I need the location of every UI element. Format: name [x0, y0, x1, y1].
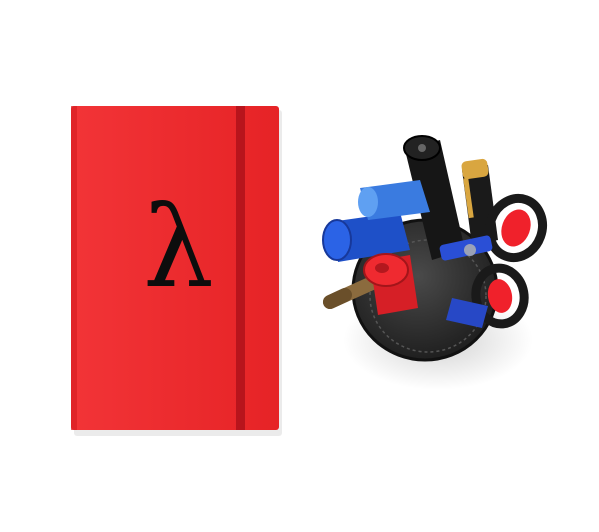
cover-symbol: λ: [143, 183, 214, 313]
notebook-spine: [71, 106, 77, 430]
desk-scene: λ: [0, 0, 599, 532]
scene-graphics: [71, 106, 547, 436]
elastic-band: [236, 106, 245, 430]
pen-cup: [322, 135, 547, 390]
